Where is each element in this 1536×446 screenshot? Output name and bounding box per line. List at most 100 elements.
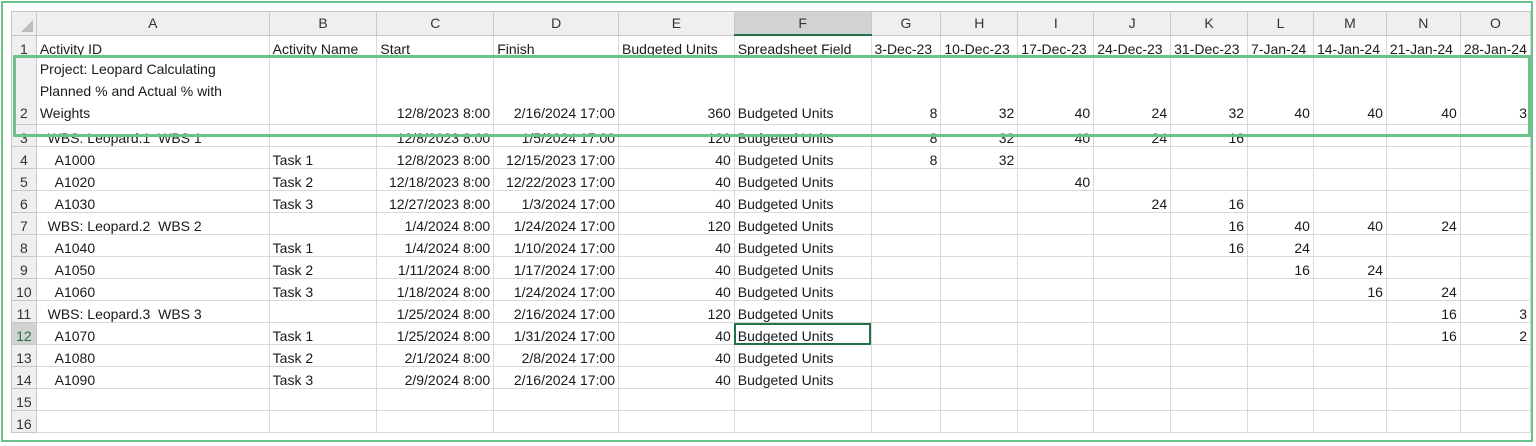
cell-c13[interactable]: 2/1/2024 8:00 [376,344,495,367]
cell-k14[interactable] [1170,366,1249,389]
row-header[interactable]: 5 [11,168,37,191]
cell-o7[interactable] [1459,212,1531,235]
cell-d7[interactable]: 1/24/2024 17:00 [493,212,620,235]
cell-j11[interactable] [1093,300,1172,323]
cell-m10[interactable]: 16 [1312,278,1387,301]
column-header-m[interactable]: M [1312,11,1387,36]
cell-e12[interactable]: 40 [618,322,735,345]
cell-g2[interactable]: 8 [870,57,942,125]
cell-g11[interactable] [870,300,942,323]
cell-e11[interactable]: 120 [618,300,735,323]
cell-f13[interactable]: Budgeted Units [733,344,872,367]
cell-k1[interactable]: 31-Dec-23 [1170,34,1249,58]
cell-h3[interactable]: 32 [940,124,1019,147]
cell-k9[interactable] [1170,256,1249,279]
cell-o16[interactable] [1459,410,1531,433]
cell-h13[interactable] [940,344,1019,367]
cell-l13[interactable] [1247,344,1314,367]
cell-i1[interactable]: 17-Dec-23 [1017,34,1095,58]
cell-i16[interactable] [1017,410,1095,433]
row-header[interactable]: 8 [11,234,37,257]
cell-b7[interactable] [268,212,378,235]
cell-m12[interactable] [1312,322,1387,345]
cell-n9[interactable] [1385,256,1461,279]
cell-f1[interactable]: Spreadsheet Field [733,34,872,58]
cell-l9[interactable]: 16 [1247,256,1314,279]
cell-a10[interactable]: A1060 [35,278,270,301]
cell-n8[interactable] [1385,234,1461,257]
cell-a11[interactable]: WBS: Leopard.3 WBS 3 [35,300,270,323]
cell-d4[interactable]: 12/15/2023 17:00 [493,146,620,169]
cell-c11[interactable]: 1/25/2024 8:00 [376,300,495,323]
cell-b10[interactable]: Task 3 [268,278,378,301]
cell-e3[interactable]: 120 [618,124,735,147]
cell-j13[interactable] [1093,344,1172,367]
cell-a15[interactable] [35,388,270,411]
cell-i14[interactable] [1017,366,1095,389]
cell-l6[interactable] [1247,190,1314,213]
cell-o12[interactable]: 2 [1459,322,1531,345]
cell-h7[interactable] [940,212,1019,235]
cell-i12[interactable] [1017,322,1095,345]
cell-o9[interactable] [1459,256,1531,279]
cell-b1[interactable]: Activity Name [268,34,378,58]
cell-k4[interactable] [1170,146,1249,169]
cell-e13[interactable]: 40 [618,344,735,367]
cell-j14[interactable] [1093,366,1172,389]
column-header-a[interactable]: A [35,11,270,36]
cell-g8[interactable] [870,234,942,257]
cell-n4[interactable] [1385,146,1461,169]
cell-a14[interactable]: A1090 [35,366,270,389]
column-header-l[interactable]: L [1247,11,1314,36]
cell-n14[interactable] [1385,366,1461,389]
cell-n11[interactable]: 16 [1385,300,1461,323]
cell-f15[interactable] [733,388,872,411]
cell-b14[interactable]: Task 3 [268,366,378,389]
cell-j1[interactable]: 24-Dec-23 [1093,34,1172,58]
cell-j6[interactable]: 24 [1093,190,1172,213]
cell-l7[interactable]: 40 [1247,212,1314,235]
row-header[interactable]: 13 [11,344,37,367]
cell-j15[interactable] [1093,388,1172,411]
cell-e2[interactable]: 360 [618,57,735,125]
column-header-n[interactable]: N [1385,11,1461,36]
cell-g5[interactable] [870,168,942,191]
cell-i8[interactable] [1017,234,1095,257]
cell-k15[interactable] [1170,388,1249,411]
cell-c4[interactable]: 12/8/2023 8:00 [376,146,495,169]
cell-d9[interactable]: 1/17/2024 17:00 [493,256,620,279]
cell-b2[interactable] [268,57,378,125]
cell-a9[interactable]: A1050 [35,256,270,279]
cell-e10[interactable]: 40 [618,278,735,301]
cell-i9[interactable] [1017,256,1095,279]
row-header[interactable]: 14 [11,366,37,389]
cell-a2[interactable]: Project: Leopard Calculating Planned % a… [35,57,270,125]
row-header[interactable]: 11 [11,300,37,323]
cell-e4[interactable]: 40 [618,146,735,169]
cell-j5[interactable] [1093,168,1172,191]
cell-j4[interactable] [1093,146,1172,169]
cell-l5[interactable] [1247,168,1314,191]
cell-d16[interactable] [493,410,620,433]
cell-f3[interactable]: Budgeted Units [733,124,872,147]
cell-l8[interactable]: 24 [1247,234,1314,257]
cell-n15[interactable] [1385,388,1461,411]
cell-i13[interactable] [1017,344,1095,367]
cell-d5[interactable]: 12/22/2023 17:00 [493,168,620,191]
cell-m1[interactable]: 14-Jan-24 [1312,34,1387,58]
row-header[interactable]: 6 [11,190,37,213]
cell-k16[interactable] [1170,410,1249,433]
cell-i11[interactable] [1017,300,1095,323]
cell-o8[interactable] [1459,234,1531,257]
cell-g4[interactable]: 8 [870,146,942,169]
column-header-i[interactable]: I [1017,11,1095,36]
cell-o11[interactable]: 3 [1459,300,1531,323]
column-header-b[interactable]: B [268,11,378,36]
cell-f10[interactable]: Budgeted Units [733,278,872,301]
cell-a16[interactable] [35,410,270,433]
cell-k6[interactable]: 16 [1170,190,1249,213]
column-header-j[interactable]: J [1093,11,1172,36]
row-header[interactable]: 3 [11,124,37,147]
cell-g1[interactable]: 3-Dec-23 [870,34,942,58]
column-header-c[interactable]: C [376,11,495,36]
